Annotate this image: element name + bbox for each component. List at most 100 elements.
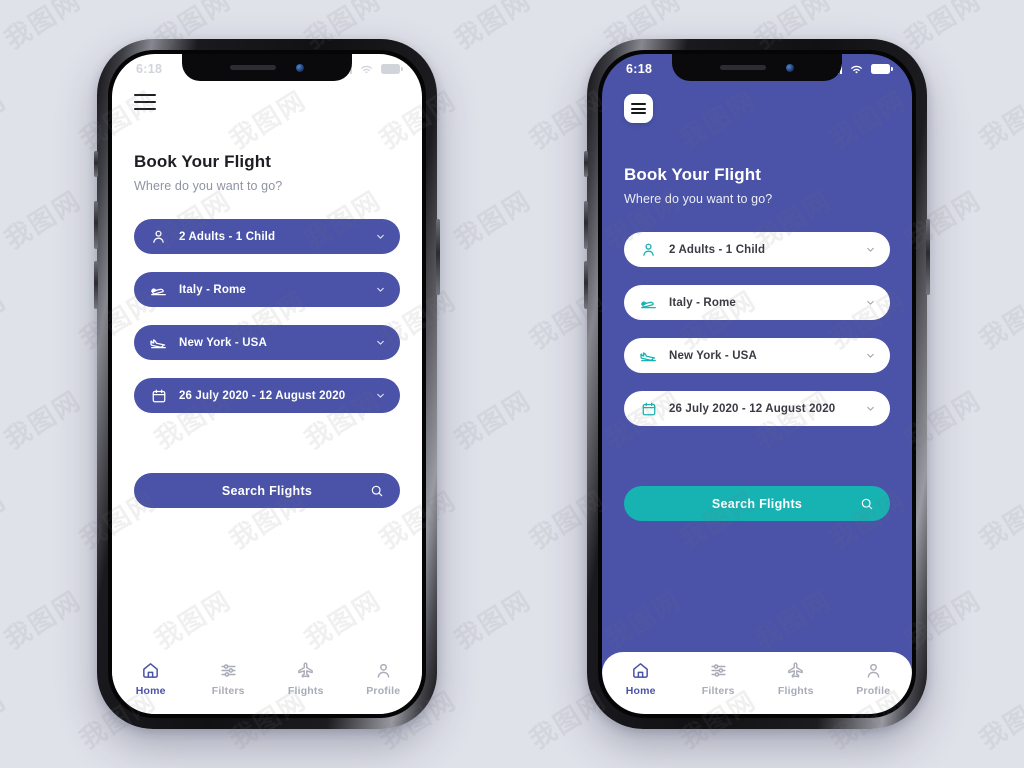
field-passengers[interactable]: 2 Adults - 1 Child: [134, 219, 400, 254]
volume-up-button[interactable]: [584, 201, 588, 249]
page-title: Book Your Flight: [624, 165, 761, 184]
mute-switch-button[interactable]: [94, 151, 98, 177]
profile-icon: [377, 663, 390, 678]
field-passengers-label: 2 Adults - 1 Child: [669, 243, 766, 256]
nav-label-profile: Profile: [856, 685, 891, 697]
field-dates[interactable]: 26 July 2020 - 12 August 2020: [624, 391, 890, 426]
phone-bezel-light: 6:18 Book Your Flight Where do you want …: [108, 50, 426, 718]
field-destination[interactable]: New York - USA: [624, 338, 890, 373]
profile-icon: [867, 663, 880, 678]
page-subtitle: Where do you want to go?: [134, 179, 283, 193]
battery-icon: [381, 64, 403, 74]
field-origin[interactable]: Italy - Rome: [134, 272, 400, 307]
booking-form-light: 2 Adults - 1 Child Italy - Rome New York…: [134, 193, 400, 413]
chevron-down-icon: [377, 340, 384, 345]
chevron-down-icon: [867, 406, 874, 411]
chevron-down-icon: [377, 234, 384, 239]
search-flights-button[interactable]: Search Flights: [134, 473, 400, 508]
search-flights-label: Search Flights: [221, 483, 313, 498]
field-origin[interactable]: Italy - Rome: [624, 285, 890, 320]
volume-down-button[interactable]: [94, 261, 98, 309]
nav-item-profile[interactable]: Profile: [345, 661, 423, 697]
wifi-icon: [361, 65, 372, 73]
chevron-down-icon: [867, 300, 874, 305]
power-button[interactable]: [926, 219, 930, 295]
search-section-light: Search Flights: [134, 413, 400, 508]
hamburger-menu-icon: [631, 103, 646, 114]
search-icon: [861, 498, 873, 509]
wifi-icon: [851, 65, 862, 73]
nav-label-home: Home: [135, 685, 166, 697]
chevron-down-icon: [377, 393, 384, 398]
nav-item-flights[interactable]: Flights: [267, 661, 345, 697]
nav-label-filters: Filters: [211, 685, 245, 697]
field-passengers-label: 2 Adults - 1 Child: [179, 230, 276, 243]
field-dates-label: 26 July 2020 - 12 August 2020: [179, 389, 346, 402]
nav-label-filters: Filters: [701, 685, 735, 697]
field-dates[interactable]: 26 July 2020 - 12 August 2020: [134, 378, 400, 413]
nav-item-flights[interactable]: Flights: [757, 661, 835, 697]
nav-label-flights: Flights: [777, 685, 814, 697]
hamburger-menu-icon[interactable]: [134, 94, 156, 110]
passenger-icon: [150, 228, 167, 245]
filters-icon: [221, 664, 236, 677]
search-flights-button[interactable]: Search Flights: [624, 486, 890, 521]
field-destination[interactable]: New York - USA: [134, 325, 400, 360]
bottom-nav-light: Home Filters Flights Profile: [112, 652, 422, 714]
nav-item-filters[interactable]: Filters: [680, 661, 758, 697]
chevron-down-icon: [867, 353, 874, 358]
earpiece-speaker-icon: [720, 65, 766, 70]
front-camera-icon: [296, 63, 304, 72]
phone-mockup-stage: 6:18 Book Your Flight Where do you want …: [0, 0, 1024, 768]
chevron-down-icon: [867, 247, 874, 252]
page-header-dark: Book Your Flight Where do you want to go…: [624, 123, 890, 206]
hamburger-menu-button[interactable]: [624, 94, 653, 123]
plane-landing-icon: [150, 334, 167, 351]
home-icon: [143, 663, 159, 678]
page-header-light: Book Your Flight Where do you want to go…: [134, 110, 400, 193]
screen-content-light: Book Your Flight Where do you want to go…: [112, 84, 422, 652]
earpiece-speaker-icon: [230, 65, 276, 70]
plane-takeoff-icon: [640, 294, 657, 311]
volume-up-button[interactable]: [94, 201, 98, 249]
field-origin-label: Italy - Rome: [179, 283, 246, 296]
search-section-dark: Search Flights: [624, 426, 890, 521]
nav-item-profile[interactable]: Profile: [835, 661, 913, 697]
phone-device-light: 6:18 Book Your Flight Where do you want …: [94, 39, 440, 729]
phone-device-dark: 6:18 Book Your Flight Where do you want …: [584, 39, 930, 729]
page-title: Book Your Flight: [134, 152, 271, 171]
menu-row-dark: [624, 84, 890, 123]
phone-bezel-dark: 6:18 Book Your Flight Where do you want …: [598, 50, 916, 718]
nav-item-home[interactable]: Home: [112, 661, 190, 697]
bottom-nav-dark: Home Filters Flights Profile: [602, 652, 912, 714]
screen-dark: 6:18 Book Your Flight Where do you want …: [602, 54, 912, 714]
battery-icon: [871, 64, 893, 74]
chevron-down-icon: [377, 287, 384, 292]
field-passengers[interactable]: 2 Adults - 1 Child: [624, 232, 890, 267]
notch: [182, 54, 352, 81]
nav-item-filters[interactable]: Filters: [190, 661, 268, 697]
field-destination-label: New York - USA: [179, 336, 267, 349]
plane-icon: [788, 662, 804, 678]
nav-item-home[interactable]: Home: [602, 661, 680, 697]
plane-takeoff-icon: [150, 281, 167, 298]
filters-icon: [711, 664, 726, 677]
search-flights-label: Search Flights: [711, 496, 803, 511]
mute-switch-button[interactable]: [584, 151, 588, 177]
field-destination-label: New York - USA: [669, 349, 757, 362]
passenger-icon: [640, 241, 657, 258]
calendar-icon: [150, 387, 167, 404]
calendar-icon: [640, 400, 657, 417]
plane-icon: [298, 662, 314, 678]
power-button[interactable]: [436, 219, 440, 295]
screen-content-dark: Book Your Flight Where do you want to go…: [602, 84, 912, 652]
status-time: 6:18: [136, 62, 163, 76]
field-dates-label: 26 July 2020 - 12 August 2020: [669, 402, 836, 415]
page-subtitle: Where do you want to go?: [624, 192, 773, 206]
home-icon: [633, 663, 649, 678]
front-camera-icon: [786, 63, 794, 72]
nav-label-profile: Profile: [366, 685, 401, 697]
nav-label-home: Home: [625, 685, 656, 697]
volume-down-button[interactable]: [584, 261, 588, 309]
